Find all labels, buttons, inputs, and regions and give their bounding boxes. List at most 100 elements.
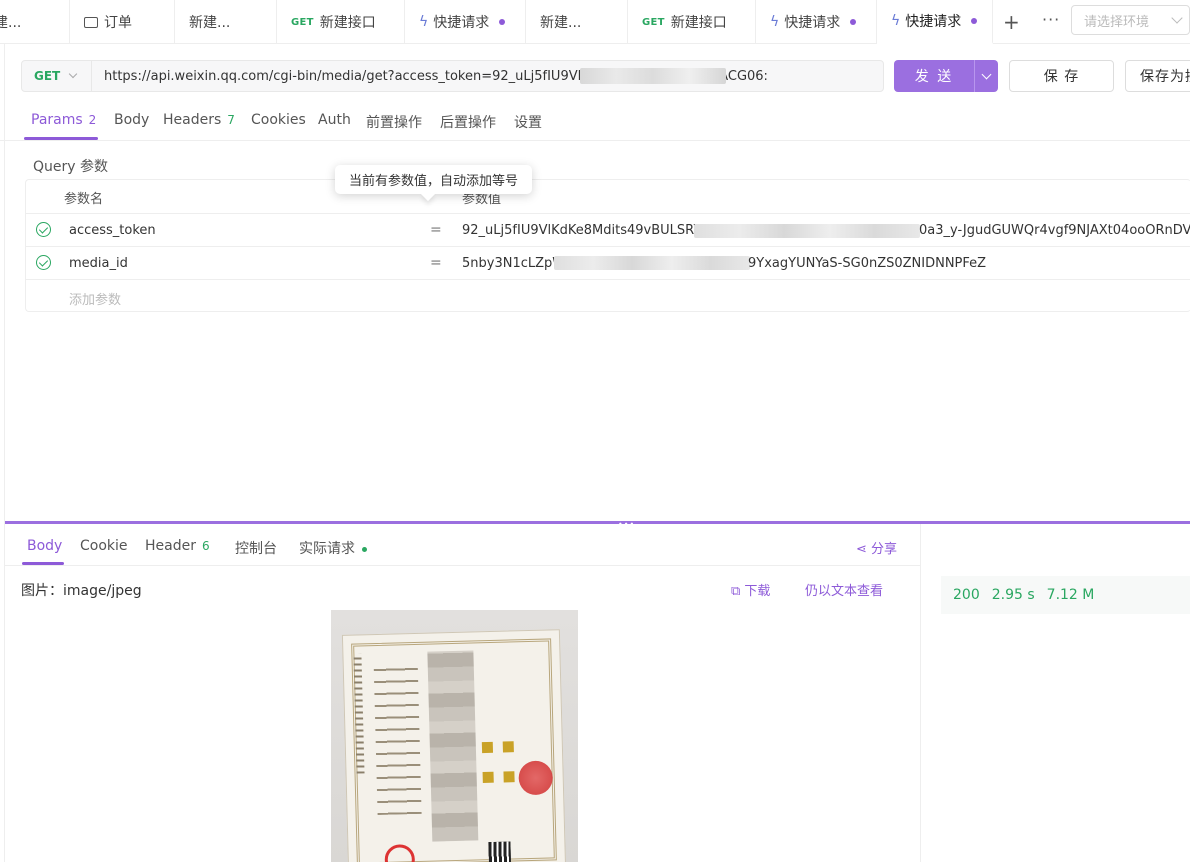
certificate-photo: ▪▪ ▪▪ xyxy=(341,629,567,862)
panel-divider xyxy=(920,524,921,862)
tab-label: 后置操作 xyxy=(440,115,496,131)
tab-response-header[interactable]: Header 6 xyxy=(145,538,210,554)
tab-response-body[interactable]: Body xyxy=(27,538,62,554)
count-badge: 7 xyxy=(227,113,235,127)
tab-pre-operation[interactable]: 前置操作 xyxy=(366,112,422,132)
tab-label: 设置 xyxy=(514,115,542,131)
get-method-badge: GET xyxy=(642,16,665,28)
param-name[interactable]: access_token xyxy=(69,223,156,238)
column-header-name: 参数名 xyxy=(64,192,104,207)
tab-body[interactable]: Body xyxy=(114,112,149,128)
download-label: 下载 xyxy=(744,584,771,599)
environment-select[interactable]: 请选择环境 xyxy=(1071,5,1190,35)
save-as-button[interactable]: 保存为接 xyxy=(1125,60,1190,92)
tab-label: 新建... xyxy=(540,15,582,31)
tab-label: Params xyxy=(31,112,83,128)
method-select[interactable]: GET xyxy=(22,61,92,91)
equals-sign: = xyxy=(430,255,442,271)
get-method-badge: GET xyxy=(291,16,314,28)
tab-folder-order[interactable]: 订单 xyxy=(70,0,175,44)
send-button[interactable]: 发 送 xyxy=(894,60,998,92)
tab-bar: 建... 订单 新建... GET 新建接口 ϟ 快捷请求 新建... GET 新建接… xyxy=(0,0,1190,44)
tab-label: Body xyxy=(114,112,150,128)
param-value-start[interactable]: 5nby3N1cLZpW xyxy=(462,256,565,271)
active-tab-underline xyxy=(22,562,64,565)
table-row: media_id = 5nby3N1cLZpW 9YxagYUNYaS-SG0n… xyxy=(26,246,1190,279)
lightning-icon: ϟ xyxy=(891,13,901,29)
tab-label: Body xyxy=(27,538,63,554)
tab-label: Headers xyxy=(163,112,222,128)
tab-new-api[interactable]: GET 新建接口 xyxy=(277,0,405,44)
tab-actual-request[interactable]: 实际请求 xyxy=(299,538,367,558)
share-label: 分享 xyxy=(871,542,898,557)
download-button[interactable]: ⧉ 下载 xyxy=(731,580,770,599)
add-param-row: 添加参数 xyxy=(26,279,1190,312)
tab-label: 建... xyxy=(0,15,22,31)
tab-cookies[interactable]: Cookies xyxy=(251,112,306,128)
tab-label: 实际请求 xyxy=(299,541,355,557)
tab-label: 订单 xyxy=(104,15,132,31)
more-dots-icon[interactable]: ··· xyxy=(1042,10,1060,29)
tab-quick-request[interactable]: ϟ 快捷请求 xyxy=(405,0,526,44)
params-table: 参数名 参数值 access_token = 92_uLj5fIU9VlKdKe… xyxy=(25,179,1190,312)
content-type-label: 图片：image/jpeg xyxy=(21,583,142,599)
tab-label: Cookie xyxy=(80,538,128,554)
tab-label: Auth xyxy=(318,112,351,128)
redacted-blur xyxy=(580,68,726,84)
chevron-down-icon xyxy=(68,69,78,79)
tab-label: 快捷请求 xyxy=(784,15,841,31)
environment-placeholder: 请选择环境 xyxy=(1084,14,1150,30)
folder-icon xyxy=(84,16,98,28)
param-value-end[interactable]: 9YxagYUNYaS-SG0nZS0ZNIDNNPFeZ xyxy=(748,256,986,271)
url-bar: GET https://api.weixin.qq.com/cgi-bin/me… xyxy=(21,60,884,92)
enabled-check-icon[interactable] xyxy=(36,222,51,237)
param-name[interactable]: media_id xyxy=(69,256,128,271)
send-label: 发 送 xyxy=(914,69,954,85)
save-button[interactable]: 保 存 xyxy=(1009,60,1114,92)
chevron-down-icon xyxy=(1171,12,1183,24)
tab-settings[interactable]: 设置 xyxy=(514,112,542,132)
tab-label: Cookies xyxy=(251,112,306,128)
unsaved-dot xyxy=(850,19,857,25)
tab-new-api[interactable]: GET 新建接口 xyxy=(628,0,756,44)
param-value-start[interactable]: 92_uLj5fIU9VlKdKe8Mdits49vBULSRV/ xyxy=(462,223,707,238)
tab-params[interactable]: Params 2 xyxy=(31,112,96,128)
table-row: access_token = 92_uLj5fIU9VlKdKe8Mdits49… xyxy=(26,213,1190,246)
response-status-bar: 200 2.95 s 7.12 M xyxy=(941,576,1190,614)
url-input[interactable]: https://api.weixin.qq.com/cgi-bin/media/… xyxy=(92,69,882,84)
share-button[interactable]: ⋖ 分享 xyxy=(856,538,897,557)
tab-new[interactable]: 新建... xyxy=(526,0,628,44)
equals-sign: = xyxy=(430,222,442,238)
tab-label: 新建接口 xyxy=(670,15,727,31)
table-header-row: 参数名 参数值 xyxy=(26,180,1190,213)
unsaved-dot xyxy=(971,18,978,24)
view-as-text-button[interactable]: 仍以文本查看 xyxy=(805,580,883,599)
tab-quick-request-active[interactable]: ϟ 快捷请求 xyxy=(877,0,993,44)
response-tabs: Body Cookie Header 6 控制台 实际请求 xyxy=(5,524,920,566)
tab-quick-request[interactable]: ϟ 快捷请求 xyxy=(756,0,877,44)
send-split-divider xyxy=(974,60,975,92)
download-icon: ⧉ xyxy=(731,584,745,599)
enabled-check-icon[interactable] xyxy=(36,255,51,270)
redacted-blur xyxy=(554,256,750,270)
tab-label: 控制台 xyxy=(235,541,277,557)
lightning-icon: ϟ xyxy=(770,14,780,30)
query-params-label: Query 参数 xyxy=(33,159,108,175)
tab-label: 快捷请求 xyxy=(905,14,962,30)
count-badge: 2 xyxy=(88,113,97,127)
tab-console[interactable]: 控制台 xyxy=(235,538,277,558)
status-dot xyxy=(362,546,367,552)
tab-new[interactable]: 新建... xyxy=(175,0,277,44)
response-size: 7.12 M xyxy=(1046,587,1095,603)
tab-response-cookie[interactable]: Cookie xyxy=(80,538,128,554)
chevron-down-icon[interactable] xyxy=(981,69,992,79)
new-tab-plus-icon[interactable]: + xyxy=(1003,10,1020,34)
add-param-input[interactable]: 添加参数 xyxy=(69,289,121,308)
tab-post-operation[interactable]: 后置操作 xyxy=(440,112,496,132)
tab-auth[interactable]: Auth xyxy=(318,112,351,128)
status-code: 200 xyxy=(953,587,980,603)
tab-0[interactable]: 建... xyxy=(0,0,70,44)
tab-headers[interactable]: Headers 7 xyxy=(163,112,235,128)
param-value-end[interactable]: 0a3_y-JgudGUWQr4vgf9NJAXt04ooORnDVcC xyxy=(919,223,1190,238)
tooltip: 当前有参数值，自动添加等号 xyxy=(335,165,532,194)
